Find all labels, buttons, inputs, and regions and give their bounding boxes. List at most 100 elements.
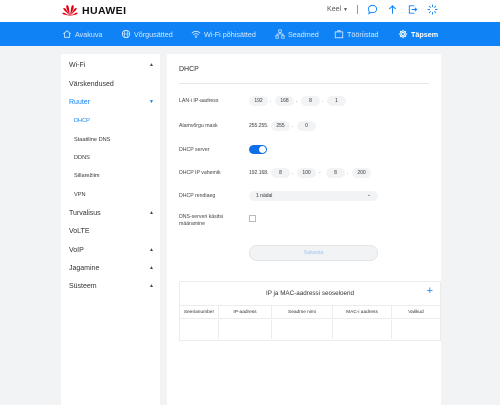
ip-range-prefix: 192.168. <box>249 170 269 176</box>
chevron-up-icon: ▲ <box>149 210 154 216</box>
gear-icon <box>398 29 408 39</box>
top-bar: HUAWEI Keel ▼ <box>0 0 500 22</box>
sidebar-item-label: Jagamine <box>69 264 100 272</box>
dns-manual-label: DNS-serveri käsitsi määramine <box>179 214 224 227</box>
toggle-knob <box>259 146 266 153</box>
lan-ip-octet-1[interactable]: 192 <box>249 96 268 106</box>
sidebar-item-static-dns[interactable]: Staatiline DNS <box>74 135 154 145</box>
sidebar-item-security[interactable]: Turvalisus ▲ <box>69 208 154 218</box>
dot-separator: . <box>322 98 324 104</box>
update-icon[interactable] <box>387 4 398 15</box>
sidebar-item-router[interactable]: Ruuter ▼ <box>69 97 154 107</box>
sidebar-item-voip[interactable]: VoIP ▲ <box>69 245 154 255</box>
column-header: Seerianumber <box>180 306 219 319</box>
language-label: Keel <box>327 6 342 13</box>
table-cell <box>272 320 333 339</box>
sidebar-item-label: Sillarežiim <box>74 173 100 179</box>
column-header: Seadme nimi <box>272 306 333 319</box>
top-right-tools: Keel ▼ <box>327 4 438 15</box>
table-cell <box>180 320 219 339</box>
chevron-down-icon: ⌄ <box>366 192 371 198</box>
sidebar-item-label: Turvalisus <box>69 209 101 217</box>
globe-icon <box>121 29 131 39</box>
column-header: Valikud <box>408 310 424 315</box>
chevron-up-icon: ▲ <box>149 62 154 68</box>
chevron-up-icon: ▲ <box>149 283 154 289</box>
main-navigation: Avakuva Võrgusätted Wi-Fi põhisätted Sea… <box>0 22 500 46</box>
logout-icon[interactable] <box>407 4 418 15</box>
devices-icon <box>275 29 285 39</box>
lease-value: 1 nädal <box>256 193 273 199</box>
nav-item-advanced[interactable]: Täpsem <box>398 22 438 46</box>
sidebar-item-volte[interactable]: VoLTE <box>69 226 154 236</box>
brand-name: HUAWEI <box>82 4 127 17</box>
dns-manual-checkbox[interactable] <box>249 215 256 222</box>
plus-icon[interactable]: + <box>427 286 433 297</box>
column-header: IP-aadress <box>219 306 272 319</box>
subnet-mask-octet-3[interactable]: 255 <box>271 121 290 131</box>
dhcp-server-label: DHCP server <box>179 147 210 153</box>
chevron-up-icon: ▲ <box>149 247 154 253</box>
nav-label: Tööriistad <box>347 29 379 39</box>
sidebar-item-system[interactable]: Süsteem ▲ <box>69 281 154 291</box>
dhcp-lease-select[interactable]: 1 nädal ⌄ <box>249 191 378 201</box>
dot-separator: . <box>292 123 294 129</box>
ip-mac-binding-table: IP ja MAC-aadressi seoseloend + Seerianu… <box>179 281 441 341</box>
nav-label: Wi-Fi põhisätted <box>204 29 256 39</box>
sidebar-item-label: Värskendused <box>69 80 114 88</box>
ip-range-end-octet-4[interactable]: 200 <box>352 168 371 178</box>
lan-ip-label: LAN-i IP-aadress <box>179 98 219 104</box>
sidebar-item-dhcp[interactable]: DHCP <box>74 116 154 126</box>
nav-label: Võrgusätted <box>134 29 173 39</box>
dhcp-lease-label: DHCP rendiaeg <box>179 193 216 199</box>
lan-ip-octet-4[interactable]: 1 <box>327 96 346 106</box>
sidebar-item-sharing[interactable]: Jagamine ▲ <box>69 263 154 273</box>
language-selector[interactable]: Keel ▼ <box>327 6 348 13</box>
ip-range-end-octet-3[interactable]: 8 <box>326 168 345 178</box>
dot-separator: . <box>292 170 294 176</box>
sidebar-item-vpn[interactable]: VPN <box>74 190 154 200</box>
home-icon <box>62 30 72 38</box>
sidebar: Wi-Fi ▲ Värskendused Ruuter ▼ DHCP Staat… <box>61 54 160 405</box>
page-title: DHCP <box>179 66 199 73</box>
sidebar-item-label: Wi-Fi <box>69 61 86 69</box>
nav-item-tools[interactable]: Tööriistad <box>334 22 379 46</box>
table-title: IP ja MAC-aadressi seoseloend <box>265 290 355 297</box>
dot-separator: . <box>270 98 272 104</box>
sidebar-item-wifi[interactable]: Wi-Fi ▲ <box>69 60 154 70</box>
sidebar-item-label: DDNS <box>74 155 90 161</box>
dot-separator: . <box>347 170 349 176</box>
range-dash: - <box>319 170 321 176</box>
subnet-mask-octet-4[interactable]: 0 <box>297 121 316 131</box>
ip-range-start-octet-3[interactable]: 8 <box>271 168 290 178</box>
sidebar-item-updates[interactable]: Värskendused <box>69 79 154 89</box>
save-button[interactable]: Salvesta <box>249 245 378 261</box>
sidebar-item-ddns[interactable]: DDNS <box>74 153 154 163</box>
lan-ip-octet-3[interactable]: 8 <box>301 96 320 106</box>
brand-logo: HUAWEI <box>62 4 126 17</box>
chevron-up-icon: ▲ <box>149 265 154 271</box>
nav-label: Seadmed <box>288 29 319 39</box>
dhcp-ip-range-label: DHCP IP vahemik <box>179 170 221 176</box>
sidebar-item-label: Süsteem <box>69 282 97 290</box>
wifi-icon <box>191 30 201 39</box>
nav-item-home[interactable]: Avakuva <box>62 22 102 46</box>
toolbox-icon <box>334 30 344 39</box>
nav-item-wifi-settings[interactable]: Wi-Fi põhisätted <box>191 22 256 46</box>
ip-range-start-octet-4[interactable]: 100 <box>297 168 316 178</box>
nav-label: Avakuva <box>75 29 103 39</box>
nav-item-devices[interactable]: Seadmed <box>275 22 319 46</box>
chevron-down-icon: ▼ <box>149 99 154 105</box>
nav-label: Täpsem <box>411 29 439 39</box>
lan-ip-octet-2[interactable]: 168 <box>275 96 294 106</box>
column-header: MAC-i aadress <box>333 306 392 319</box>
dhcp-server-toggle[interactable] <box>249 145 267 154</box>
subnet-mask-prefix: 255.255. <box>249 123 269 129</box>
dhcp-settings-panel: DHCP LAN-i IP-aadress 192 . 168 . 8 . 1 … <box>167 54 441 405</box>
table-cell <box>333 320 392 339</box>
dot-separator: . <box>296 98 298 104</box>
message-icon[interactable] <box>367 4 378 15</box>
sidebar-item-label: VoIP <box>69 246 84 254</box>
nav-item-network-settings[interactable]: Võrgusätted <box>121 22 173 46</box>
sidebar-item-bridge-mode[interactable]: Sillarežiim <box>74 171 154 181</box>
